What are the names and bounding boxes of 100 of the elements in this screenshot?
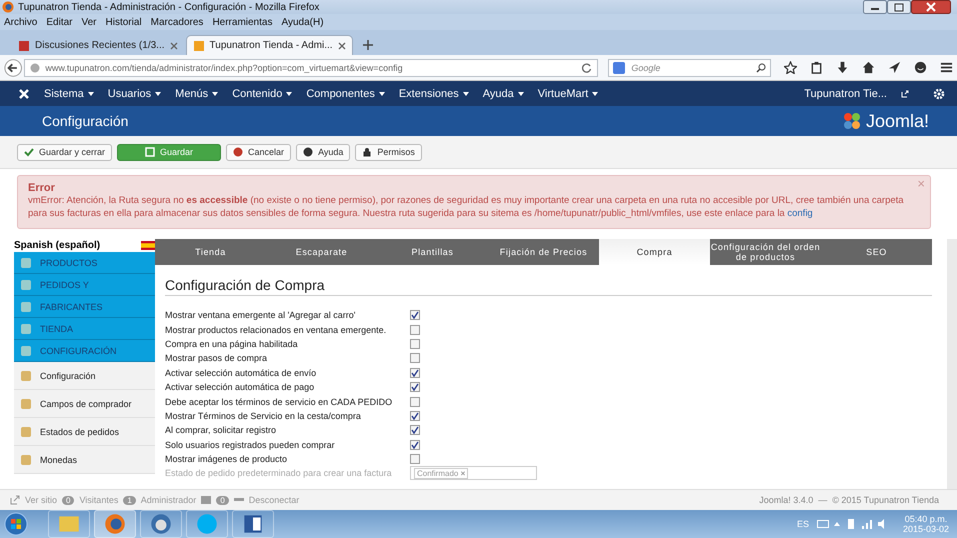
checkbox[interactable] bbox=[410, 396, 420, 407]
reload-icon[interactable] bbox=[582, 62, 592, 72]
close-icon[interactable] bbox=[170, 42, 178, 50]
sidebar-item[interactable]: Estados de pedidos bbox=[14, 418, 155, 446]
home-icon[interactable] bbox=[862, 61, 875, 74]
clipboard-icon[interactable] bbox=[810, 61, 823, 74]
browser-tab[interactable]: Tupunatron Tienda - Admi... bbox=[186, 35, 353, 55]
sidebar-item[interactable]: Monedas bbox=[14, 446, 155, 474]
status-tag: Confirmado × bbox=[414, 468, 468, 479]
send-icon[interactable] bbox=[888, 61, 901, 74]
toolbar-button[interactable]: Permisos bbox=[355, 144, 422, 160]
new-tab-icon[interactable] bbox=[362, 40, 373, 50]
toolbar-button[interactable]: Ayuda bbox=[296, 144, 350, 160]
search-field[interactable]: Google bbox=[608, 58, 771, 76]
tab[interactable]: Fijación de Precios bbox=[488, 239, 599, 265]
sidebar-item-icon bbox=[20, 322, 32, 334]
menu-item[interactable]: Editar bbox=[46, 16, 72, 28]
nav-menu-item[interactable]: Ayuda bbox=[482, 88, 514, 100]
menu-item[interactable]: Marcadores bbox=[150, 16, 204, 28]
tab[interactable]: Plantillas bbox=[377, 239, 488, 265]
start-button[interactable] bbox=[4, 512, 28, 536]
count-badge: 0 bbox=[62, 496, 74, 504]
checkbox[interactable] bbox=[410, 368, 420, 378]
config-link[interactable]: config bbox=[787, 208, 813, 219]
checkbox[interactable] bbox=[410, 425, 420, 436]
search-icon[interactable] bbox=[756, 62, 766, 72]
minimize-button[interactable] bbox=[863, 0, 887, 14]
visitors-label: Visitantes bbox=[79, 495, 118, 505]
menu-item[interactable]: Ayuda(H) bbox=[281, 16, 324, 28]
external-link-icon bbox=[901, 90, 909, 98]
checkbox[interactable] bbox=[410, 310, 420, 320]
sidebar-item[interactable]: PRODUCTOS bbox=[14, 252, 155, 274]
menu-item[interactable]: Historial bbox=[106, 16, 142, 28]
footer-text: Joomla! 3.4.0 — © 2015 Tupunatron Tienda bbox=[759, 495, 939, 505]
caret-icon bbox=[286, 92, 292, 96]
back-icon[interactable] bbox=[4, 58, 22, 78]
restore-button[interactable] bbox=[887, 0, 911, 14]
nav-menu-item[interactable]: Componentes bbox=[306, 88, 375, 100]
checkbox[interactable] bbox=[410, 353, 420, 364]
option-label: Mostrar Términos de Servicio en la cesta/compra bbox=[165, 410, 362, 421]
exit-icon bbox=[10, 495, 20, 505]
sidebar-item-icon bbox=[20, 454, 32, 466]
button-icon bbox=[24, 147, 34, 157]
tab[interactable]: Tienda bbox=[155, 239, 266, 265]
caret-icon bbox=[592, 92, 598, 96]
admins-label: Administrador bbox=[140, 495, 196, 505]
signal-icon[interactable] bbox=[860, 518, 873, 530]
joomla-logo-text: Joomla! bbox=[866, 110, 929, 132]
nav-menu-item[interactable]: Extensiones bbox=[398, 88, 459, 100]
tab[interactable]: Escaparate bbox=[266, 239, 377, 265]
sidebar-item[interactable]: FABRICANTES bbox=[14, 296, 155, 318]
envelope-icon bbox=[201, 495, 212, 505]
scrollbar[interactable] bbox=[947, 239, 957, 489]
checkbox[interactable] bbox=[410, 382, 420, 392]
menu-item[interactable]: Archivo bbox=[4, 16, 38, 28]
count-badge: 0 bbox=[216, 496, 229, 504]
nav-menu-item[interactable]: VirtueMart bbox=[538, 88, 588, 100]
panel-title: Configuración de Compra bbox=[165, 277, 932, 296]
spain-flag-icon bbox=[141, 241, 155, 250]
sidebar-item-icon bbox=[20, 278, 32, 290]
option-label: Estado de pedido predeterminado para crear una factura bbox=[165, 468, 393, 478]
toolbar-button[interactable]: Cancelar bbox=[226, 144, 292, 160]
nav-menu-item[interactable]: Sistema bbox=[44, 88, 84, 100]
menu-item[interactable]: Ver bbox=[81, 16, 96, 28]
menu-item[interactable]: Herramientas bbox=[212, 16, 272, 28]
caret-icon bbox=[378, 92, 385, 96]
smiley-icon[interactable] bbox=[914, 61, 927, 74]
checkbox[interactable] bbox=[410, 440, 420, 450]
checkbox[interactable] bbox=[410, 454, 420, 464]
caret-icon bbox=[155, 92, 162, 96]
checkbox[interactable] bbox=[410, 324, 420, 335]
nav-menu-item[interactable]: Usuarios bbox=[108, 88, 152, 100]
site-link[interactable]: Tupunatron Tie... bbox=[804, 88, 887, 100]
close-icon[interactable] bbox=[338, 42, 346, 50]
settings-icon[interactable] bbox=[933, 88, 945, 100]
button-icon bbox=[145, 147, 156, 157]
toolbar-button[interactable]: Guardar y cerrar bbox=[17, 144, 112, 160]
tab[interactable]: Compra bbox=[599, 239, 710, 265]
sidebar-item[interactable]: Campos de comprador bbox=[14, 390, 155, 418]
nav-menu-item[interactable]: Contenido bbox=[232, 88, 282, 100]
address-field[interactable]: www.tupunatron.com/tienda/administrator/index.php?option=com_virtuemart&view=config bbox=[24, 58, 598, 76]
nav-menu-item[interactable]: Menús bbox=[175, 88, 208, 100]
button-icon bbox=[362, 147, 372, 157]
sidebar-item[interactable]: Configuración bbox=[14, 362, 155, 390]
menu-icon[interactable] bbox=[940, 61, 953, 74]
option-label: Al comprar, solicitar registro bbox=[165, 425, 278, 436]
keyboard-icon[interactable] bbox=[816, 518, 829, 530]
close-button[interactable] bbox=[911, 0, 951, 14]
download-icon[interactable] bbox=[836, 61, 849, 74]
browser-tab[interactable]: Discusiones Recientes (1/3... bbox=[12, 36, 184, 55]
checkbox[interactable] bbox=[410, 338, 420, 349]
sidebar-item[interactable]: CONFIGURACIÓN bbox=[14, 340, 155, 362]
sidebar-item-icon bbox=[20, 426, 32, 438]
sidebar-item[interactable]: TIENDA bbox=[14, 318, 155, 340]
site-icon bbox=[18, 40, 30, 52]
sidebar-item[interactable]: PEDIDOS Y bbox=[14, 274, 155, 296]
checkbox[interactable] bbox=[410, 410, 420, 421]
star-icon[interactable] bbox=[784, 61, 797, 74]
tab[interactable]: Configuración del orden de productos bbox=[710, 239, 821, 265]
tab[interactable]: SEO bbox=[821, 239, 932, 265]
